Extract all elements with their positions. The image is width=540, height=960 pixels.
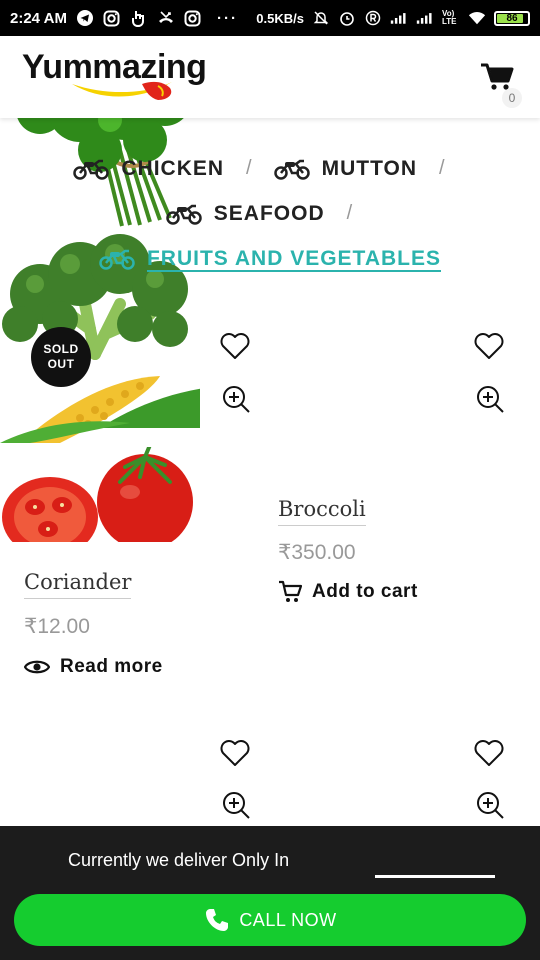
- category-fruits-and-vegetables[interactable]: FRUITS AND VEGETABLES: [99, 247, 441, 271]
- eye-icon: [24, 660, 50, 674]
- signal-icon: [390, 9, 408, 27]
- bike-icon: [99, 249, 135, 270]
- bike-icon: [166, 204, 202, 225]
- battery-icon: 86: [494, 10, 530, 26]
- add-to-cart-button[interactable]: Add to cart: [278, 580, 418, 604]
- signal-icon: [416, 9, 434, 27]
- category-separator: /: [246, 157, 252, 179]
- cart-icon: [279, 580, 302, 602]
- zoom-in-icon[interactable]: [221, 384, 251, 414]
- call-now-button[interactable]: CALL NOW: [14, 894, 526, 946]
- heart-icon[interactable]: [474, 332, 504, 360]
- bike-icon: [273, 159, 310, 180]
- alarm-icon: [338, 9, 356, 27]
- product-card-tomato: [0, 443, 540, 819]
- category-chicken[interactable]: CHICKEN: [73, 157, 224, 181]
- brand-logo[interactable]: Yummazing: [22, 48, 232, 108]
- missed-call-icon: [157, 9, 175, 27]
- delivery-notice: Currently we deliver Only In: [68, 850, 290, 870]
- instagram-icon: [103, 9, 121, 27]
- mute-icon: [312, 9, 330, 27]
- zoom-in-icon[interactable]: [475, 790, 505, 820]
- phone-icon: [206, 909, 229, 931]
- heart-icon[interactable]: [474, 739, 504, 767]
- category-mutton[interactable]: MUTTON: [273, 157, 417, 181]
- bike-icon: [73, 159, 110, 180]
- instagram-icon: [184, 9, 202, 27]
- status-bar: 2:24 AM ··· 0.5KB/s Vo) LTE 86: [0, 0, 540, 36]
- category-seafood[interactable]: SEAFOOD: [166, 202, 325, 226]
- more-notifications: ···: [216, 9, 238, 27]
- product-name[interactable]: Broccoli: [278, 497, 366, 526]
- product-image-corn[interactable]: [0, 368, 205, 443]
- zoom-in-icon[interactable]: [475, 384, 505, 414]
- status-time: 2:24 AM: [10, 9, 67, 27]
- sold-out-badge: SOLD OUT: [31, 327, 91, 387]
- delivery-bar: Currently we deliver Only In CALL NOW: [0, 826, 540, 960]
- category-nav: CHICKEN / MUTTON / SEAFOOD / FRUITS AND …: [0, 146, 540, 281]
- delivery-location-underline: [375, 875, 495, 878]
- read-more-button[interactable]: Read more: [24, 656, 163, 678]
- site-header: Yummazing 0: [0, 36, 540, 118]
- network-speed: 0.5KB/s: [256, 10, 304, 26]
- registered-icon: [364, 9, 382, 27]
- product-price: ₹350.00: [278, 541, 356, 564]
- heart-icon[interactable]: [220, 739, 250, 767]
- product-card-corn: [0, 368, 540, 819]
- category-separator: /: [439, 157, 445, 179]
- cart-count-badge: 0: [502, 88, 522, 108]
- product-image-tomato[interactable]: [0, 443, 200, 557]
- category-separator: /: [346, 202, 353, 224]
- heart-icon[interactable]: [220, 332, 250, 360]
- product-name[interactable]: Coriander: [24, 570, 132, 599]
- volte-indicator: Vo) LTE: [442, 9, 457, 26]
- zoom-in-icon[interactable]: [221, 790, 251, 820]
- wifi-icon: [468, 9, 486, 27]
- product-price: ₹12.00: [24, 615, 90, 638]
- hand-icon: [130, 9, 148, 27]
- logo-swoosh-icon: [72, 81, 172, 100]
- telegram-icon: [76, 9, 94, 27]
